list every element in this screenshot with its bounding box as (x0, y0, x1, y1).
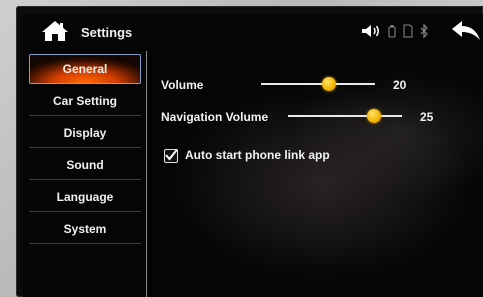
top-bar: Settings (23, 14, 483, 50)
volume-label: Volume (161, 78, 204, 92)
bluetooth-icon (420, 24, 428, 38)
slider-knob[interactable] (322, 77, 337, 91)
sidebar-item-sound[interactable]: Sound (29, 150, 141, 180)
usb-icon (388, 25, 396, 38)
sidebar-item-language[interactable]: Language (29, 182, 141, 212)
sidebar-item-system[interactable]: System (29, 214, 141, 244)
slider-knob[interactable] (366, 109, 381, 123)
slider-track (288, 115, 402, 117)
status-icons (361, 23, 429, 39)
sidebar-item-display[interactable]: Display (29, 118, 141, 148)
sidebar-item-label: General (62, 62, 108, 76)
back-button[interactable] (451, 20, 481, 42)
volume-value: 20 (393, 78, 407, 92)
checkmark-icon (165, 148, 178, 161)
home-icon (42, 21, 68, 41)
home-button[interactable] (41, 20, 69, 42)
auto-start-label: Auto start phone link app (185, 148, 330, 162)
navigation-volume-slider[interactable] (288, 109, 402, 123)
head-unit-screen: Settings General Car Setting Display Sou… (23, 14, 483, 297)
sidebar-item-label: Language (56, 189, 114, 204)
volume-slider[interactable] (261, 77, 375, 91)
sidebar-item-label: Car Setting (52, 93, 117, 108)
page-title: Settings (81, 25, 133, 40)
slider-track (261, 83, 375, 85)
navigation-volume-value: 25 (420, 110, 434, 124)
navigation-volume-label: Navigation Volume (161, 110, 269, 124)
auto-start-checkbox[interactable] (164, 148, 178, 163)
sd-card-icon (403, 24, 413, 38)
sidebar-item-label: Display (63, 125, 107, 140)
volume-icon (362, 25, 379, 37)
sidebar-item-label: Sound (66, 157, 104, 172)
settings-sidebar: General Car Setting Display Sound Langua… (23, 51, 147, 297)
sidebar-item-car-setting[interactable]: Car Setting (29, 86, 141, 116)
sidebar-item-label: System (63, 221, 107, 236)
sidebar-item-general[interactable]: General (29, 54, 141, 84)
back-arrow-icon (452, 21, 480, 40)
general-settings-panel: Volume 20 Navigation Volume 25 Auto star… (147, 51, 483, 297)
